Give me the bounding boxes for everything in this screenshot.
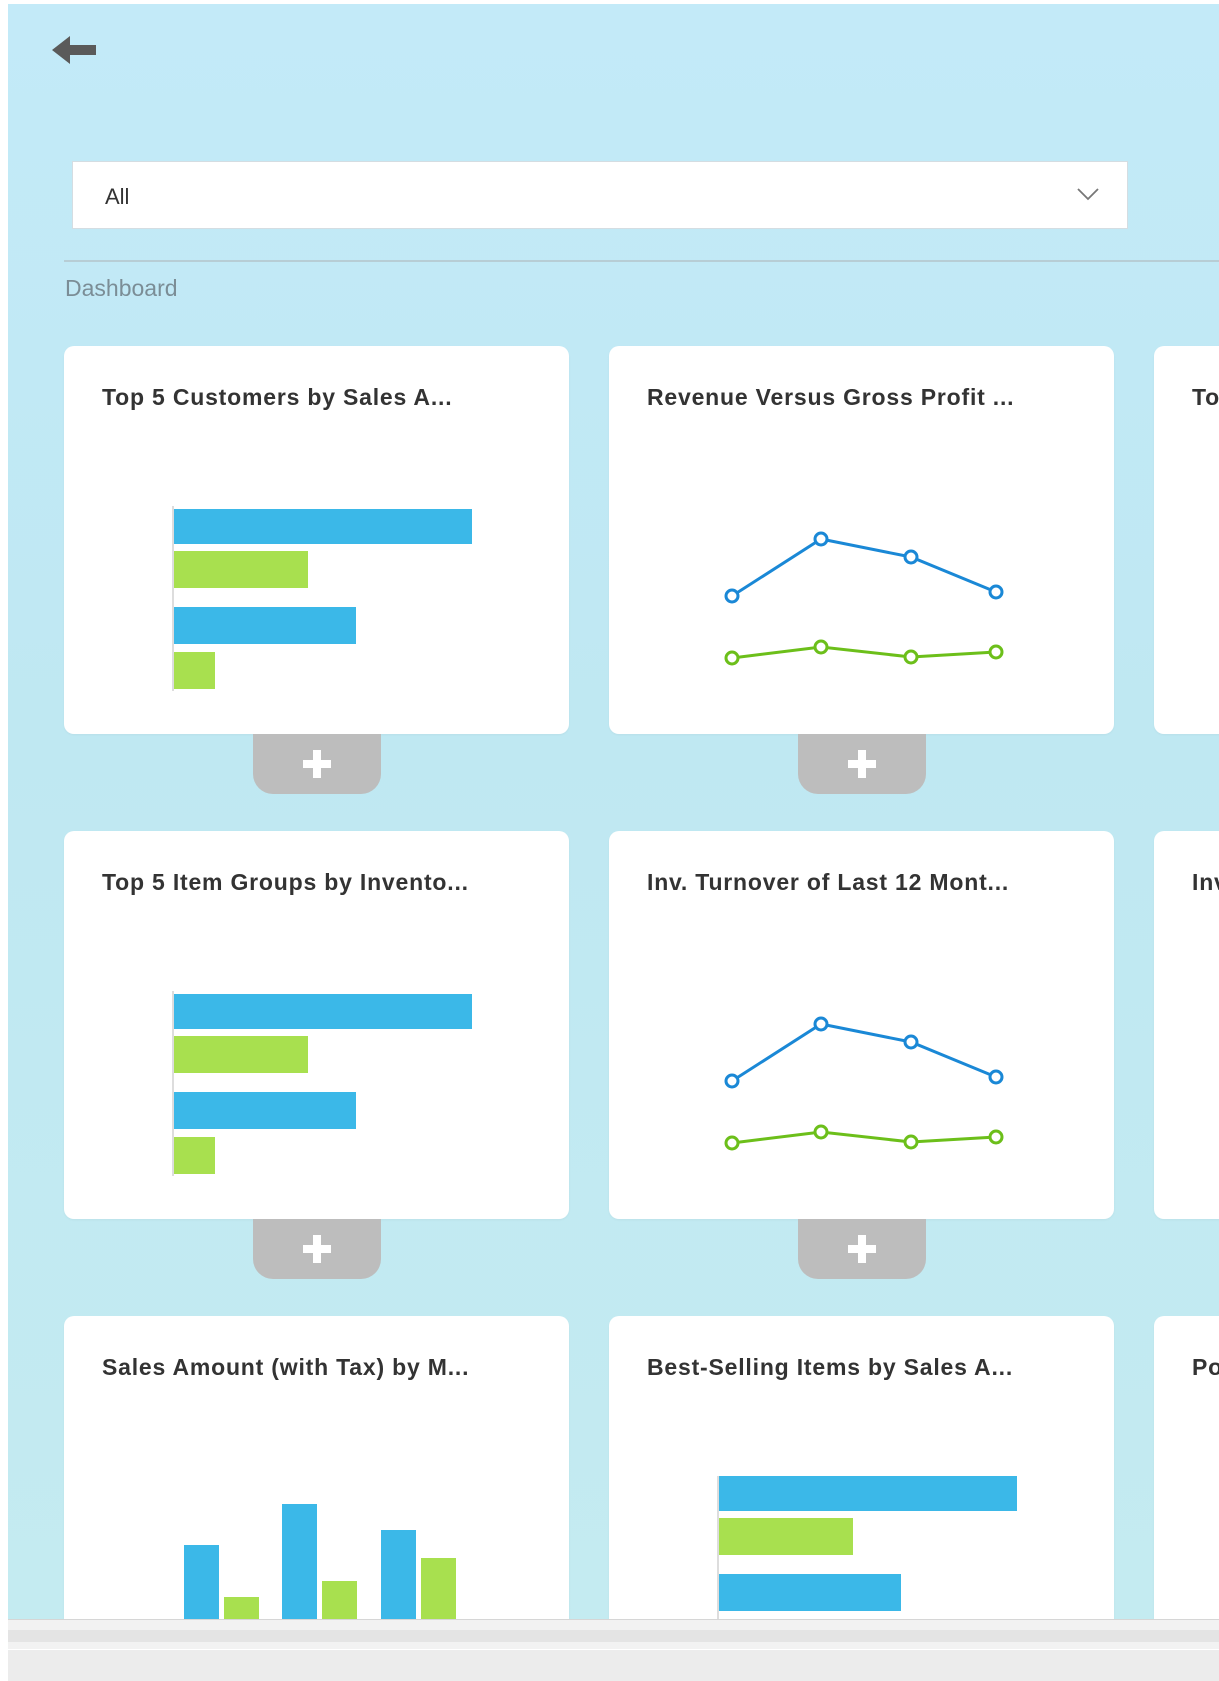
- dashboard-card[interactable]: Top 5 Customers by Sales A...: [64, 346, 569, 734]
- plus-icon: [303, 750, 331, 778]
- section-title: Dashboard: [65, 275, 178, 301]
- plus-icon: [848, 750, 876, 778]
- plus-icon: [848, 1235, 876, 1263]
- card-title: Po: [1192, 1354, 1219, 1380]
- back-button[interactable]: [48, 30, 104, 70]
- add-widget-button[interactable]: [253, 734, 381, 794]
- add-widget-button[interactable]: [253, 1219, 381, 1279]
- category-filter-select[interactable]: All: [72, 161, 1128, 229]
- dashboard-card[interactable]: Top 5 Item Groups by Invento...: [64, 831, 569, 1219]
- dashboard-card[interactable]: Po: [1154, 1316, 1219, 1619]
- scrollbar-track[interactable]: [8, 1630, 1219, 1642]
- app-background: All Dashboard Top 5 Customers by Sales A…: [8, 4, 1219, 1619]
- dashboard-card[interactable]: Sales Amount (with Tax) by M...: [64, 1316, 569, 1619]
- arrow-left-icon: [52, 36, 96, 64]
- chevron-down-icon: [1077, 188, 1099, 201]
- dashboard-card[interactable]: Best-Selling Items by Sales A...: [609, 1316, 1114, 1619]
- dashboard-card[interactable]: Revenue Versus Gross Profit ...: [609, 346, 1114, 734]
- column-chart-icon: [184, 1504, 456, 1619]
- bottom-bar: [8, 1650, 1219, 1681]
- card-title: Inv: [1192, 869, 1219, 895]
- plus-icon: [303, 1235, 331, 1263]
- horizontal-bar-chart-icon: [172, 506, 472, 691]
- horizontal-scrollbar[interactable]: [8, 1619, 1219, 1649]
- dashboard-card[interactable]: Inv. Turnover of Last 12 Mont...: [609, 831, 1114, 1219]
- divider: [64, 260, 1219, 262]
- add-widget-button[interactable]: [798, 1219, 926, 1279]
- filter-selected-value: All: [105, 184, 130, 209]
- horizontal-bar-chart-icon: [717, 1476, 1017, 1619]
- line-chart-icon: [724, 531, 1004, 666]
- add-widget-button[interactable]: [798, 734, 926, 794]
- card-title: To: [1192, 384, 1219, 410]
- dashboard-card[interactable]: Inv: [1154, 831, 1219, 1219]
- line-chart-icon: [724, 1016, 1004, 1151]
- horizontal-bar-chart-icon: [172, 991, 472, 1176]
- dashboard-card[interactable]: To: [1154, 346, 1219, 734]
